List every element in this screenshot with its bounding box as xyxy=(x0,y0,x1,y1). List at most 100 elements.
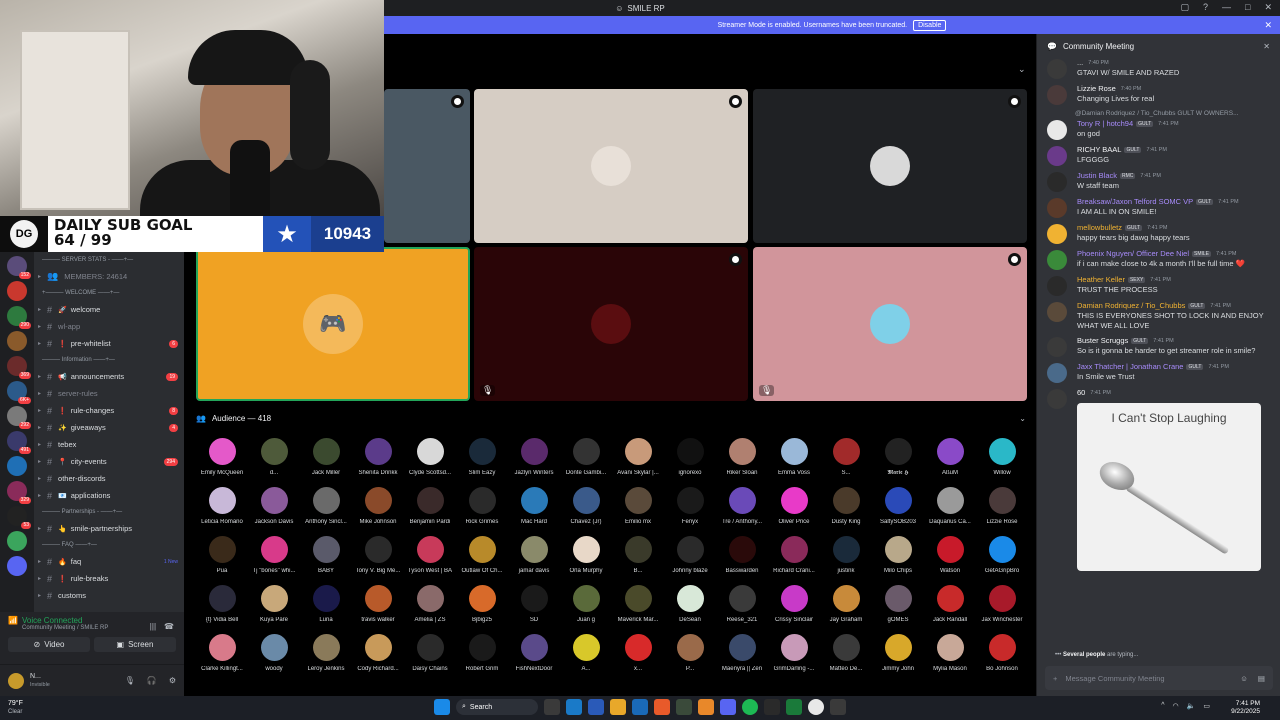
audience-member[interactable]: Leticia Romano xyxy=(196,487,248,536)
audience-member[interactable]: Juan g xyxy=(560,585,612,634)
audience-member[interactable]: Lizzie Rose xyxy=(976,487,1028,536)
channel-item[interactable]: ▸ # 🔥 faq 1 New xyxy=(34,553,184,570)
audience-member[interactable]: Bjbig25 xyxy=(456,585,508,634)
channel-item[interactable]: ▸ # wl-app xyxy=(34,318,184,335)
audience-member[interactable]: Clarke Killingt... xyxy=(196,634,248,683)
audience-member[interactable]: P... xyxy=(664,634,716,683)
message-author[interactable]: Buster Scruggs xyxy=(1077,336,1128,345)
task-view-icon[interactable] xyxy=(544,699,560,715)
audience-member[interactable]: Mike Johnson xyxy=(352,487,404,536)
audience-member[interactable]: Jack Randall xyxy=(924,585,976,634)
message-author[interactable]: ... xyxy=(1077,58,1083,67)
battery-icon[interactable]: ▭ xyxy=(1203,702,1210,710)
audience-member[interactable]: Rick Grimes xyxy=(456,487,508,536)
server-icon[interactable]: 329 xyxy=(7,481,31,504)
app2-icon[interactable] xyxy=(676,699,692,715)
audience-member[interactable]: Richard Crani... xyxy=(768,536,820,585)
channel-item[interactable]: ▸ # ✨ giveaways 4 xyxy=(34,419,184,436)
chrome-icon[interactable] xyxy=(808,699,824,715)
wifi-icon[interactable]: ◠ xyxy=(1173,702,1179,710)
message-avatar[interactable] xyxy=(1047,172,1067,192)
tray-chevron-icon[interactable]: ^ xyxy=(1161,702,1164,710)
audience-collapse-chevron-icon[interactable]: ⌄ xyxy=(1019,414,1026,423)
server-icon[interactable]: 292 xyxy=(7,406,31,429)
user-avatar[interactable] xyxy=(8,672,24,689)
audience-member[interactable]: Emma Voss xyxy=(768,438,820,487)
server-icon[interactable] xyxy=(7,556,27,576)
audience-member[interactable]: Maenyra || Zen xyxy=(716,634,768,683)
audience-member[interactable]: Reese_321 xyxy=(716,585,768,634)
message-avatar[interactable] xyxy=(1047,250,1067,270)
audience-member[interactable]: woody xyxy=(248,634,300,683)
audience-member[interactable]: GetAGripBro xyxy=(976,536,1028,585)
audience-member[interactable]: Emily McQueen xyxy=(196,438,248,487)
headphones-icon[interactable]: 🎧 xyxy=(147,676,157,685)
audience-member[interactable]: gOMES xyxy=(872,585,924,634)
audience-member[interactable]: DeSean xyxy=(664,585,716,634)
message-author[interactable]: Tony R | hotch94 xyxy=(1077,119,1133,128)
screen-share-button[interactable]: ▣ Screen xyxy=(94,637,176,652)
speaker-tile[interactable]: 🎮 xyxy=(196,247,470,401)
audience-member[interactable]: SaltySOB203 xyxy=(872,487,924,536)
close-window-button[interactable]: ✕ xyxy=(1264,2,1272,13)
audience-member[interactable]: Jackson Davis xyxy=(248,487,300,536)
server-icon[interactable]: 152 xyxy=(7,256,31,279)
channel-item[interactable]: ▸ # 📢 announcements 19 xyxy=(34,368,184,385)
channel-item[interactable]: ▸ # customs xyxy=(34,587,184,604)
channel-item[interactable]: ▸ # 📧 applications xyxy=(34,487,184,504)
audience-member[interactable]: Crissy Sinclair xyxy=(768,585,820,634)
file-explorer-icon[interactable] xyxy=(610,699,626,715)
audience-member[interactable]: Basswarden xyxy=(716,536,768,585)
server-icon[interactable]: 369 xyxy=(7,356,31,379)
close-chat-icon[interactable]: ✕ xyxy=(1263,42,1270,51)
gift-icon[interactable]: ▤ xyxy=(1258,674,1265,683)
audience-member[interactable]: Jax Winchester xyxy=(976,585,1028,634)
audience-member[interactable]: Tre / Anthony... xyxy=(716,487,768,536)
audience-member[interactable]: Shenita Drinkk xyxy=(352,438,404,487)
audience-member[interactable]: GrimDarling -... xyxy=(768,634,820,683)
audience-member[interactable]: Oliver Price xyxy=(768,487,820,536)
message-avatar[interactable] xyxy=(1047,120,1067,140)
audience-member[interactable]: x... xyxy=(612,634,664,683)
audience-member[interactable]: Avani Skylar |... xyxy=(612,438,664,487)
disable-streamer-mode-button[interactable]: Disable xyxy=(913,19,947,31)
channel-item[interactable]: ▸ # other-discords xyxy=(34,470,184,487)
server-icon[interactable]: 491 xyxy=(7,431,31,454)
channel-item[interactable]: ▸ # server-rules xyxy=(34,385,184,402)
server-icon[interactable] xyxy=(7,456,27,476)
banner-close-icon[interactable]: ✕ xyxy=(1264,20,1272,31)
discord-icon[interactable] xyxy=(720,699,736,715)
user-info[interactable]: N... Invisible xyxy=(30,673,50,689)
audience-member[interactable]: Bo Johnson xyxy=(976,634,1028,683)
volume-icon[interactable]: 🔈 xyxy=(1187,702,1196,710)
audience-member[interactable]: SD xyxy=(508,585,560,634)
message-author[interactable]: Breaksaw/Jaxon Telford SOMC VP xyxy=(1077,197,1193,206)
audience-member[interactable]: Anthony Sincl... xyxy=(300,487,352,536)
audience-member[interactable]: S... xyxy=(820,438,872,487)
message-avatar[interactable] xyxy=(1047,59,1067,79)
speaker-tile[interactable]: 🎙 xyxy=(474,247,748,401)
emoji-icon[interactable]: ☺ xyxy=(1240,674,1248,683)
message-author[interactable]: Justin Black xyxy=(1077,171,1117,180)
inbox-icon[interactable]: ▢ xyxy=(1180,2,1189,13)
audience-member[interactable]: Jack Miller xyxy=(300,438,352,487)
audience-member[interactable]: Robert Grim xyxy=(456,634,508,683)
audience-member[interactable]: Mylia Mason xyxy=(924,634,976,683)
audience-member[interactable]: Outlaw Of Ch... xyxy=(456,536,508,585)
spotify-icon[interactable] xyxy=(742,699,758,715)
audience-member[interactable]: justink xyxy=(820,536,872,585)
message-avatar[interactable] xyxy=(1047,198,1067,218)
audience-member[interactable]: 𝕸𝖆𝖗𝖎𝖊 𝕳 xyxy=(872,438,924,487)
channel-item[interactable]: ▸ # 📍 city-events 294 xyxy=(34,453,184,470)
message-author[interactable]: RICHY BAAL xyxy=(1077,145,1121,154)
audience-member[interactable]: Milo Chips xyxy=(872,536,924,585)
audience-member[interactable]: Dusty King xyxy=(820,487,872,536)
disconnect-icon[interactable]: ☎ xyxy=(164,622,174,631)
chat-message-input[interactable]: + Message Community Meeting ☺ ▤ xyxy=(1045,666,1273,690)
message-author[interactable]: Damian Rodriquez / Tio_Chubbs xyxy=(1077,301,1185,310)
audience-member[interactable]: Maverick Mar... xyxy=(612,585,664,634)
audience-member[interactable]: Orla Murphy xyxy=(560,536,612,585)
message-author[interactable]: 60 xyxy=(1077,388,1085,397)
audience-member[interactable]: Leroy Jenkins xyxy=(300,634,352,683)
audience-member[interactable]: Pua xyxy=(196,536,248,585)
